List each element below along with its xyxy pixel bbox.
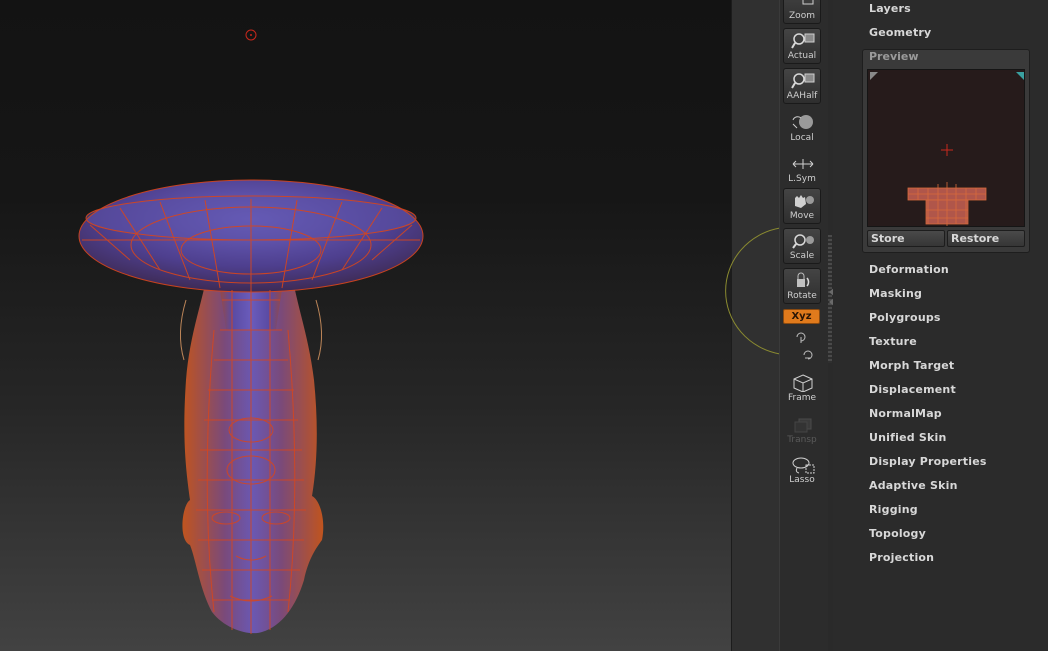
menu-item-topology[interactable]: Topology	[869, 527, 926, 540]
magnifier-icon	[791, 33, 815, 49]
frame-label: Frame	[787, 393, 817, 403]
menu-item-polygroups[interactable]: Polygroups	[869, 311, 941, 324]
menu-item-geometry[interactable]: Geometry	[869, 26, 931, 39]
magnifier-icon	[791, 73, 815, 89]
preview-canvas[interactable]	[867, 69, 1025, 227]
transp-button[interactable]: Transp	[783, 412, 821, 448]
transparency-icon	[794, 418, 812, 433]
xyz-toggle[interactable]: Xyz	[783, 309, 820, 324]
restore-button[interactable]: Restore	[947, 230, 1025, 247]
lasso-button[interactable]: Lasso	[783, 452, 821, 488]
preview-title[interactable]: Preview	[869, 50, 919, 63]
scale-label: Scale	[789, 251, 815, 261]
z-rotate-icon[interactable]	[801, 348, 815, 362]
actual-label: Actual	[787, 51, 817, 61]
zoom-icon	[802, 0, 814, 5]
canvas-viewport[interactable]	[0, 0, 731, 651]
menu-item-adaptive-skin[interactable]: Adaptive Skin	[869, 479, 958, 492]
store-label: Store	[871, 232, 905, 245]
menu-item-layers[interactable]: Layers	[869, 2, 911, 15]
local-button[interactable]: Local	[783, 110, 821, 146]
aahalf-button[interactable]: AAHalf	[783, 68, 821, 104]
menu-item-displacement[interactable]: Displacement	[869, 383, 956, 396]
store-button[interactable]: Store	[867, 230, 945, 247]
lasso-icon	[792, 457, 815, 474]
menu-item-display-properties[interactable]: Display Properties	[869, 455, 987, 468]
actual-button[interactable]: Actual	[783, 28, 821, 64]
rotation-arc-icon	[725, 227, 781, 355]
y-rotate-icon[interactable]	[794, 330, 808, 344]
move-label: Move	[789, 211, 815, 221]
move-button[interactable]: Move	[783, 188, 821, 224]
menu-item-projection[interactable]: Projection	[869, 551, 934, 564]
rotate-label: Rotate	[787, 291, 817, 301]
restore-label: Restore	[951, 232, 1000, 245]
menu-item-rigging[interactable]: Rigging	[869, 503, 918, 516]
menu-item-morph-target[interactable]: Morph Target	[869, 359, 954, 372]
scale-magnifier-icon	[792, 234, 814, 249]
preview-corner-icon	[1016, 72, 1024, 80]
menu-item-normalmap[interactable]: NormalMap	[869, 407, 942, 420]
menu-item-masking[interactable]: Masking	[869, 287, 922, 300]
zoom-button[interactable]: Zoom	[783, 0, 821, 24]
rotate-button[interactable]: Rotate	[783, 268, 821, 304]
hand-icon	[795, 195, 814, 208]
transp-label: Transp	[787, 435, 817, 445]
menu-item-texture[interactable]: Texture	[869, 335, 917, 348]
preview-thumbnail	[870, 72, 1024, 226]
scale-button[interactable]: Scale	[783, 228, 821, 264]
xyz-label: Xyz	[791, 311, 812, 322]
mesh-render[interactable]	[0, 0, 731, 651]
cube-icon	[793, 374, 813, 392]
lsym-label: L.Sym	[788, 174, 816, 184]
local-label: Local	[790, 133, 814, 143]
symmetry-arrows-icon	[792, 159, 814, 169]
frame-button[interactable]: Frame	[783, 370, 821, 406]
left-gutter	[725, 0, 781, 651]
lasso-label: Lasso	[789, 475, 815, 485]
menu-item-unified-skin[interactable]: Unified Skin	[869, 431, 947, 444]
rotate-lock-icon	[797, 272, 810, 287]
menu-item-deformation[interactable]: Deformation	[869, 263, 949, 276]
zoom-label: Zoom	[789, 11, 815, 21]
local-sphere-icon	[792, 115, 813, 129]
lsym-button[interactable]: L.Sym	[783, 151, 821, 187]
aahalf-label: AAHalf	[786, 91, 818, 101]
preview-corner-icon	[870, 72, 878, 80]
